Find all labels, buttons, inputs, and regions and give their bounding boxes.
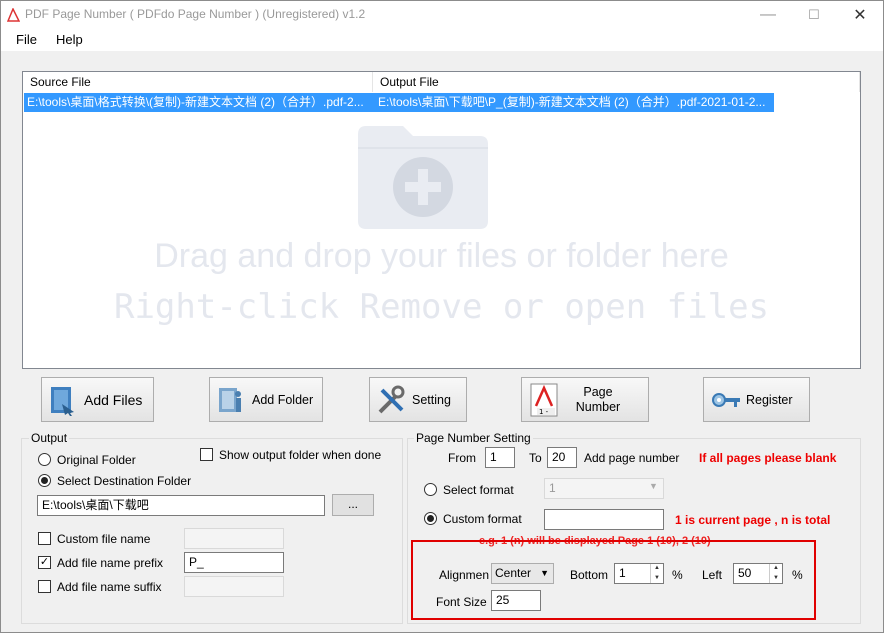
maximize-button[interactable]: ☐ xyxy=(791,1,837,29)
from-label: From xyxy=(448,451,476,465)
file-list[interactable]: Source File Output File E:\tools\桌面\格式转换… xyxy=(22,71,861,369)
left-spin-buttons[interactable]: ▲ ▼ xyxy=(769,564,782,583)
key-icon xyxy=(712,392,740,407)
add-prefix-checkbox[interactable]: ✓ xyxy=(38,556,51,569)
alignment-chevron-down-icon: ▼ xyxy=(540,568,549,578)
left-label: Left xyxy=(702,568,723,582)
current-page-hint: 1 is current page , n is total xyxy=(675,513,831,527)
select-format-radio[interactable] xyxy=(424,483,437,496)
show-output-folder-label: Show output folder when done xyxy=(219,448,382,462)
browse-button[interactable]: ... xyxy=(332,494,374,516)
spin-down-icon[interactable]: ▼ xyxy=(651,574,663,584)
to-field[interactable]: 20 xyxy=(547,447,577,468)
bottom-percent: % xyxy=(672,568,683,582)
alignment-label: Alignmen xyxy=(439,568,490,582)
original-folder-label: Original Folder xyxy=(57,453,136,467)
left-spinner[interactable]: 50 ▲ ▼ xyxy=(733,563,783,584)
add-prefix-label: Add file name prefix xyxy=(57,556,164,570)
custom-format-label: Custom format xyxy=(443,512,522,526)
bottom-spin-buttons[interactable]: ▲ ▼ xyxy=(650,564,663,583)
page-number-setting-label: Page Number Setting xyxy=(414,431,533,445)
left-value: 50 xyxy=(738,566,752,580)
add-files-button[interactable]: Add Files xyxy=(41,377,154,422)
custom-file-name-field[interactable] xyxy=(184,528,284,549)
menu-help[interactable]: Help xyxy=(56,32,83,47)
output-group-label: Output xyxy=(29,431,70,445)
register-button[interactable]: Register xyxy=(703,377,810,422)
blank-hint: If all pages please blank xyxy=(699,451,837,465)
file-row[interactable]: E:\tools\桌面\格式转换\(复制)-新建文本文档 (2)（合并）.pdf… xyxy=(24,93,774,112)
svg-text:1 -: 1 - xyxy=(539,408,549,416)
prefix-field[interactable]: P_ xyxy=(184,552,284,573)
app-window: PDF Page Number ( PDFdo Page Number ) (U… xyxy=(0,0,884,633)
spin-up-icon[interactable]: ▲ xyxy=(770,564,782,574)
show-output-folder-checkbox[interactable] xyxy=(200,448,213,461)
custom-file-name-checkbox[interactable] xyxy=(38,532,51,545)
select-destination-label: Select Destination Folder xyxy=(57,474,192,488)
custom-file-name-label: Custom file name xyxy=(57,532,151,546)
font-size-field[interactable]: 25 xyxy=(491,590,541,611)
destination-path-field[interactable]: E:\tools\桌面\下载吧 xyxy=(37,495,325,516)
format-chevron-down-icon: ▼ xyxy=(649,481,658,491)
add-suffix-label: Add file name suffix xyxy=(57,580,162,594)
add-files-icon xyxy=(51,386,74,416)
output-cell: E:\tools\桌面\下载吧\P_(复制)-新建文本文档 (2)（合并）.pd… xyxy=(378,95,766,109)
bottom-value: 1 xyxy=(619,566,626,580)
custom-format-radio[interactable] xyxy=(424,512,437,525)
window-title: PDF Page Number ( PDFdo Page Number ) (U… xyxy=(25,7,366,21)
left-percent: % xyxy=(792,568,803,582)
add-folder-label: Add Folder xyxy=(252,392,314,407)
menu-file[interactable]: File xyxy=(16,32,37,47)
title-bar: PDF Page Number ( PDFdo Page Number ) (U… xyxy=(1,1,883,29)
spin-up-icon[interactable]: ▲ xyxy=(651,564,663,574)
bottom-label: Bottom xyxy=(570,568,609,582)
pdf-page-number-icon: 1 - xyxy=(530,383,558,416)
alignment-select[interactable]: Center ▼ xyxy=(491,563,554,584)
setting-button[interactable]: Setting xyxy=(369,377,467,422)
page-number-label: Page Number xyxy=(575,384,621,414)
tools-icon xyxy=(378,385,405,413)
alignment-value: Center xyxy=(495,566,532,580)
menu-bar: File Help xyxy=(1,29,883,51)
add-files-label: Add Files xyxy=(84,391,143,408)
bottom-spinner[interactable]: 1 ▲ ▼ xyxy=(614,563,664,584)
page-number-button[interactable]: 1 - Page Number xyxy=(521,377,649,422)
setting-label: Setting xyxy=(412,392,451,407)
font-size-label: Font Size xyxy=(436,595,487,609)
select-format-label: Select format xyxy=(443,483,514,497)
suffix-field[interactable] xyxy=(184,576,284,597)
column-header-source[interactable]: Source File xyxy=(23,72,373,92)
add-folder-icon xyxy=(219,387,241,412)
custom-format-field[interactable] xyxy=(544,509,664,530)
select-destination-radio[interactable] xyxy=(38,474,51,487)
register-label: Register xyxy=(746,392,793,407)
column-header-output[interactable]: Output File xyxy=(373,72,860,92)
add-folder-button[interactable]: Add Folder xyxy=(209,377,323,422)
folder-add-icon xyxy=(358,126,488,229)
to-label: To xyxy=(529,451,542,465)
drop-hint-secondary: Right-click Remove or open files xyxy=(113,287,770,327)
minimize-button[interactable]: — xyxy=(745,1,791,29)
from-field[interactable]: 1 xyxy=(485,447,515,468)
add-suffix-checkbox[interactable] xyxy=(38,580,51,593)
add-page-number-label: Add page number xyxy=(584,451,680,465)
original-folder-radio[interactable] xyxy=(38,453,51,466)
format-select[interactable]: 1 xyxy=(544,478,664,499)
drop-hint-primary: Drag and drop your files or folder here xyxy=(154,237,729,275)
app-pdf-icon xyxy=(7,8,20,22)
close-button[interactable]: ✕ xyxy=(837,1,883,29)
spin-down-icon[interactable]: ▼ xyxy=(770,574,782,584)
source-cell: E:\tools\桌面\格式转换\(复制)-新建文本文档 (2)（合并）.pdf… xyxy=(27,95,364,109)
